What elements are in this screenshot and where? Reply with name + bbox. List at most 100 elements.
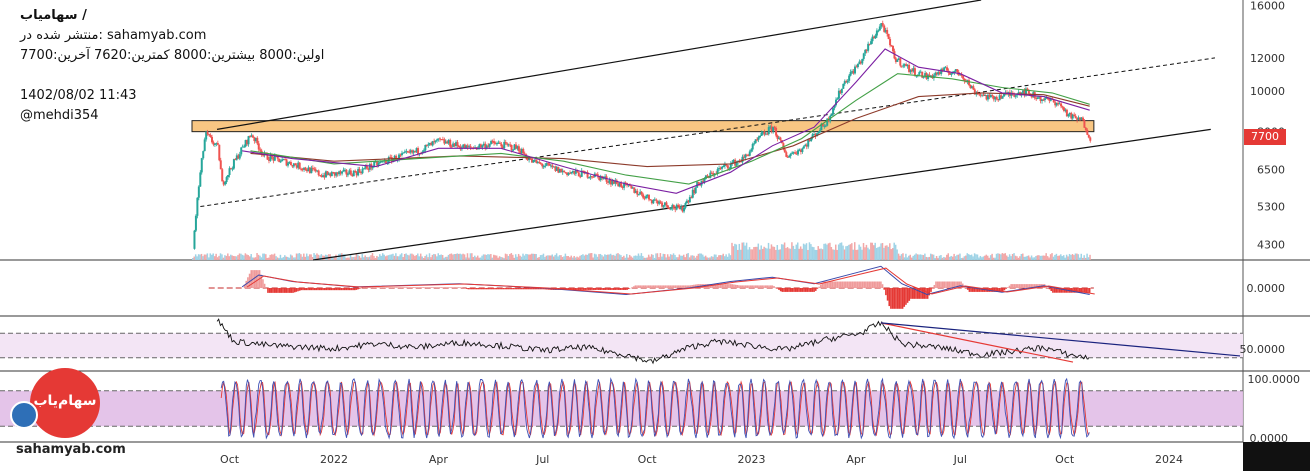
volume-bar	[531, 253, 533, 260]
volume-bar	[889, 243, 891, 260]
volume-bar	[444, 256, 447, 260]
volume-bar	[922, 255, 925, 260]
candle-body	[802, 146, 805, 149]
volume-bar	[760, 245, 762, 260]
macd-hist-bar	[270, 288, 273, 293]
volume-bar	[881, 242, 884, 260]
volume-bar	[210, 254, 213, 260]
macd-hist-bar	[444, 287, 446, 288]
macd-hist-bar	[517, 288, 520, 290]
macd-hist-bar	[768, 285, 770, 288]
volume-bar	[696, 255, 698, 260]
volume-bar	[503, 257, 505, 260]
volume-bar	[897, 253, 900, 260]
volume-bar	[288, 257, 290, 260]
candle-body	[899, 58, 902, 66]
macd-hist-bar	[365, 287, 368, 288]
candle-body	[199, 172, 202, 187]
volume-bar	[1064, 257, 1066, 260]
macd-hist-bar	[509, 288, 511, 290]
macd-hist-bar	[285, 288, 288, 293]
volume-bar	[607, 254, 609, 260]
volume-bar	[500, 256, 502, 260]
macd-hist-bar	[930, 288, 932, 292]
volume-bar	[734, 243, 736, 260]
macd-hist-bar	[783, 288, 785, 292]
macd-hist-bar	[454, 287, 456, 288]
volume-bar	[213, 256, 216, 260]
macd-hist-bar	[594, 288, 597, 290]
macd-hist-bar	[347, 288, 349, 291]
macd-hist-bar	[442, 287, 445, 288]
candle-body	[538, 161, 541, 163]
macd-hist-bar	[798, 288, 800, 292]
volume-bar	[761, 248, 764, 260]
volume-bar	[322, 255, 324, 260]
volume-bar	[818, 248, 821, 260]
volume-bar	[267, 257, 270, 260]
candle-body	[836, 98, 839, 100]
volume-bar	[598, 254, 600, 260]
volume-bar	[685, 253, 688, 260]
macd-hist-bar	[813, 288, 815, 292]
candle-body	[469, 146, 472, 148]
macd-hist-bar	[903, 288, 906, 307]
macd-hist-bar	[649, 285, 652, 288]
volume-bar	[934, 257, 936, 260]
candle-body	[218, 144, 221, 161]
volume-bar	[792, 245, 795, 260]
volume-bar	[580, 254, 583, 260]
macd-hist-bar	[318, 288, 321, 291]
macd-hist-bar	[414, 287, 416, 288]
macd-hist-bar	[500, 288, 503, 290]
macd-hist-bar	[674, 285, 677, 288]
macd-hist-bar	[330, 288, 333, 291]
macd-hist-bar	[369, 287, 371, 288]
macd-hist-bar	[843, 281, 845, 288]
volume-bar	[1030, 255, 1033, 260]
volume-bar	[693, 255, 695, 260]
macd-hist-bar	[465, 288, 468, 289]
symbol-title: سهامیاب /	[20, 8, 87, 23]
candle-body	[498, 142, 501, 144]
volume-bar	[412, 254, 415, 260]
macd-hist-bar	[679, 285, 682, 288]
volume-bar	[827, 243, 830, 260]
macd-hist-bar	[325, 288, 328, 291]
macd-hist-bar	[631, 287, 633, 288]
candle-body	[341, 171, 344, 174]
volume-bar	[528, 254, 530, 260]
candle-body	[1014, 95, 1017, 97]
volume-bar	[557, 256, 559, 260]
volume-bar	[776, 245, 779, 260]
volume-bar	[532, 253, 534, 260]
candle-body	[512, 149, 515, 151]
volume-bar	[341, 253, 343, 260]
volume-bar	[438, 255, 441, 260]
volume-bar	[493, 254, 495, 260]
volume-bar	[944, 257, 947, 260]
macd-hist-bar	[734, 284, 737, 288]
candle-body	[1036, 97, 1039, 99]
candle-body	[889, 39, 892, 46]
macd-hist-bar	[684, 285, 687, 288]
volume-bar	[786, 247, 789, 260]
volume-bar	[512, 254, 514, 260]
volume-bar	[710, 256, 713, 260]
candle-body	[548, 163, 551, 166]
macd-hist-bar	[1087, 288, 1089, 293]
volume-bar	[782, 244, 784, 260]
volume-bar	[1062, 255, 1065, 260]
candle-body	[362, 168, 365, 170]
candle-body	[967, 80, 970, 85]
volume-bar	[642, 255, 644, 260]
volume-bar	[821, 249, 824, 260]
volume-bar	[307, 256, 309, 260]
macd-hist-bar	[858, 281, 860, 288]
volume-bar	[740, 249, 742, 260]
macd-hist-bar	[260, 274, 263, 288]
candle-body	[203, 139, 206, 152]
channel-upper	[216, 0, 982, 130]
volume-bar	[899, 255, 901, 260]
macd-hist-bar	[293, 288, 296, 293]
